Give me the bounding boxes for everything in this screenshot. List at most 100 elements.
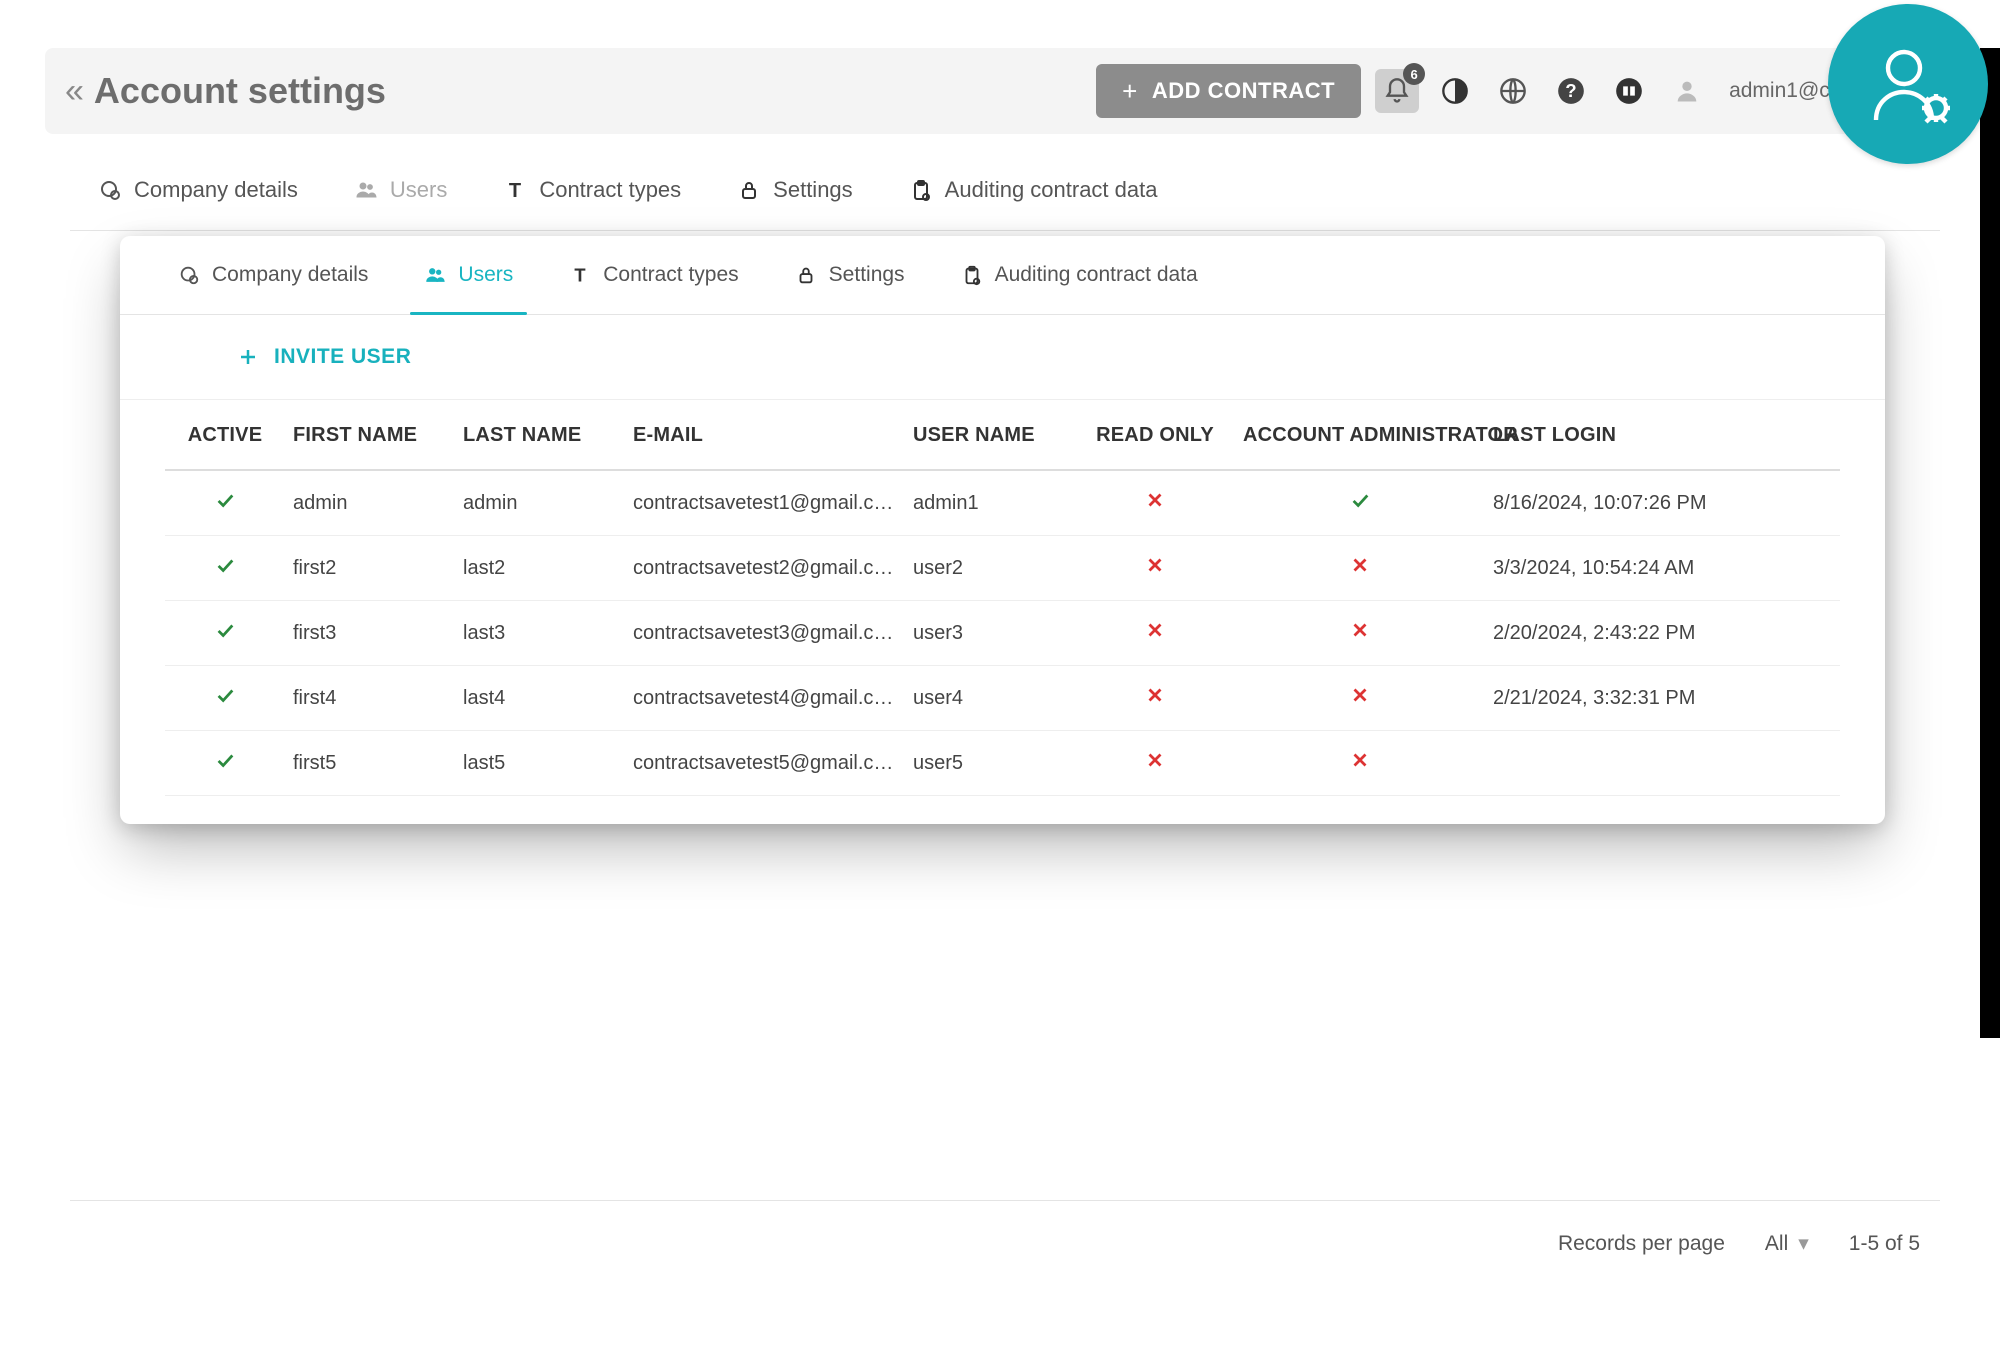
invite-user-button[interactable]: INVITE USER	[230, 344, 417, 370]
users-panel: Company details Users T Contract types S…	[120, 236, 1885, 824]
check-icon	[1349, 494, 1371, 516]
inner-tab-users[interactable]: Users	[396, 236, 541, 314]
contrast-toggle[interactable]	[1433, 69, 1477, 113]
table-row[interactable]: first2last2contractsavetest2@gmail.comus…	[165, 536, 1840, 601]
help-icon: ?	[1557, 77, 1585, 105]
cross-icon	[1349, 689, 1371, 711]
back-chevrons-icon[interactable]: «	[65, 72, 76, 111]
col-read-only[interactable]: READ ONLY	[1075, 400, 1235, 470]
table-row[interactable]: first3last3contractsavetest3@gmail.comus…	[165, 601, 1840, 666]
inner-tab-contract-types-label: Contract types	[603, 263, 738, 287]
right-edge-decoration	[1980, 48, 2000, 1038]
tab-company-details[interactable]: Company details	[70, 150, 326, 230]
pagination-footer: Records per page All ▾ 1-5 of 5	[70, 1200, 1940, 1256]
check-icon	[214, 494, 236, 516]
tab-settings[interactable]: Settings	[709, 150, 881, 230]
top-bar: « Account settings + ADD CONTRACT 6 ? ad…	[45, 48, 1970, 134]
notification-badge: 6	[1403, 63, 1425, 85]
page-range: 1-5 of 5	[1849, 1232, 1920, 1256]
table-row[interactable]: adminadmincontractsavetest1@gmail.comadm…	[165, 470, 1840, 536]
table-row[interactable]: first5last5contractsavetest5@gmail.comus…	[165, 731, 1840, 796]
inner-tabs: Company details Users T Contract types S…	[120, 236, 1885, 315]
users-icon	[424, 264, 446, 286]
type-icon: T	[503, 178, 527, 202]
cross-icon	[1349, 754, 1371, 776]
col-last-name[interactable]: LAST NAME	[455, 400, 625, 470]
cell-first-name: first3	[285, 601, 455, 666]
person-icon	[1673, 77, 1701, 105]
cell-email: contractsavetest2@gmail.com	[625, 536, 905, 601]
add-contract-button[interactable]: + ADD CONTRACT	[1096, 64, 1361, 118]
cell-email: contractsavetest1@gmail.com	[625, 470, 905, 536]
book-icon	[1615, 77, 1643, 105]
user-avatar-icon[interactable]	[1665, 69, 1709, 113]
check-icon	[214, 754, 236, 776]
inner-tab-company[interactable]: Company details	[150, 236, 396, 314]
page-size-value: All	[1765, 1232, 1788, 1256]
building-icon	[178, 264, 200, 286]
cell-user-name: admin1	[905, 470, 1075, 536]
clipboard-icon	[909, 178, 933, 202]
cell-last-login: 8/16/2024, 10:07:26 PM	[1485, 470, 1840, 536]
cell-last-login: 2/20/2024, 2:43:22 PM	[1485, 601, 1840, 666]
tab-auditing[interactable]: Auditing contract data	[881, 150, 1186, 230]
inner-tab-settings-label: Settings	[829, 263, 905, 287]
tab-auditing-label: Auditing contract data	[945, 177, 1158, 203]
profile-settings-fab[interactable]	[1828, 4, 1988, 164]
top-bar-actions: + ADD CONTRACT 6 ? admin1@contractsavep	[1096, 48, 1950, 134]
col-user-name[interactable]: USER NAME	[905, 400, 1075, 470]
tab-users[interactable]: Users	[326, 150, 475, 230]
help-button[interactable]: ?	[1549, 69, 1593, 113]
col-last-login[interactable]: LAST LOGIN	[1485, 400, 1840, 470]
cell-last-name: last4	[455, 666, 625, 731]
inner-tab-auditing-label: Auditing contract data	[995, 263, 1198, 287]
cell-last-name: last3	[455, 601, 625, 666]
plus-icon: +	[1122, 76, 1138, 107]
cross-icon	[1144, 624, 1166, 646]
cell-first-name: first4	[285, 666, 455, 731]
cell-user-name: user4	[905, 666, 1075, 731]
table-header-row: ACTIVE FIRST NAME LAST NAME E-MAIL USER …	[165, 400, 1840, 470]
lock-icon	[737, 178, 761, 202]
cross-icon	[1144, 494, 1166, 516]
lock-icon	[795, 264, 817, 286]
globe-icon	[1499, 77, 1527, 105]
page-size-select[interactable]: All ▾	[1765, 1231, 1809, 1256]
cell-last-name: last2	[455, 536, 625, 601]
contrast-icon	[1441, 77, 1469, 105]
inner-tab-auditing[interactable]: Auditing contract data	[933, 236, 1226, 314]
cross-icon	[1144, 754, 1166, 776]
cross-icon	[1144, 689, 1166, 711]
table-row[interactable]: first4last4contractsavetest4@gmail.comus…	[165, 666, 1840, 731]
check-icon	[214, 559, 236, 581]
cell-email: contractsavetest5@gmail.com	[625, 731, 905, 796]
tab-contract-types-label: Contract types	[539, 177, 681, 203]
col-active[interactable]: ACTIVE	[165, 400, 285, 470]
cell-first-name: first2	[285, 536, 455, 601]
cell-last-name: admin	[455, 470, 625, 536]
cross-icon	[1349, 624, 1371, 646]
invite-user-row: INVITE USER	[120, 315, 1885, 400]
cell-user-name: user3	[905, 601, 1075, 666]
col-account-admin[interactable]: ACCOUNT ADMINISTRATOR	[1235, 400, 1485, 470]
page-title: Account settings	[94, 70, 386, 112]
tab-users-label: Users	[390, 177, 447, 203]
inner-tab-contract-types[interactable]: T Contract types	[541, 236, 766, 314]
inner-tab-settings[interactable]: Settings	[767, 236, 933, 314]
svg-text:?: ?	[1565, 80, 1576, 101]
inner-tab-company-label: Company details	[212, 263, 368, 287]
cell-last-login	[1485, 731, 1840, 796]
users-table: ACTIVE FIRST NAME LAST NAME E-MAIL USER …	[165, 400, 1840, 796]
col-email[interactable]: E-MAIL	[625, 400, 905, 470]
tab-contract-types[interactable]: T Contract types	[475, 150, 709, 230]
language-button[interactable]	[1491, 69, 1535, 113]
add-contract-label: ADD CONTRACT	[1152, 78, 1335, 104]
cell-first-name: first5	[285, 731, 455, 796]
type-icon: T	[569, 264, 591, 286]
docs-button[interactable]	[1607, 69, 1651, 113]
users-icon	[354, 178, 378, 202]
col-first-name[interactable]: FIRST NAME	[285, 400, 455, 470]
clipboard-icon	[961, 264, 983, 286]
notifications-button[interactable]: 6	[1375, 69, 1419, 113]
records-per-page-label: Records per page	[1558, 1232, 1725, 1256]
